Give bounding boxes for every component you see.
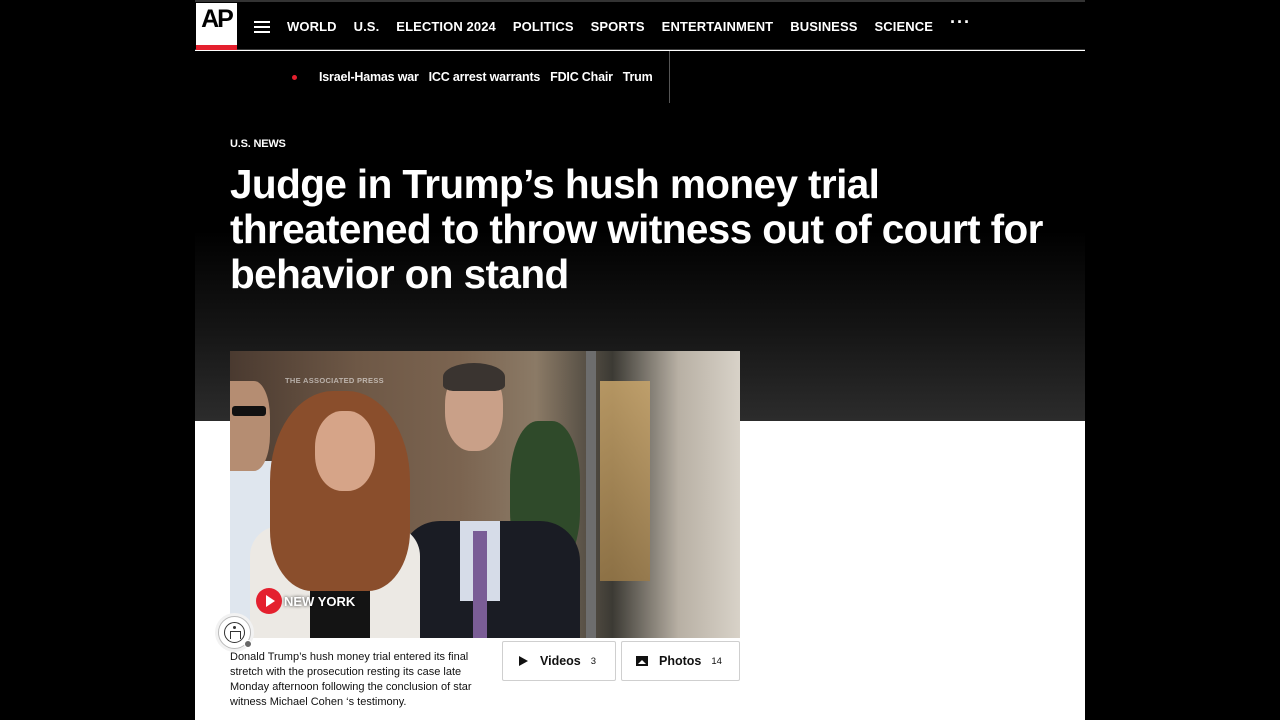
section-tag[interactable]: U.S. NEWS	[230, 138, 286, 150]
storefront	[600, 381, 650, 581]
logo-red-bar	[196, 45, 237, 50]
trending-dot-icon	[292, 74, 297, 80]
left-person-head	[230, 381, 270, 471]
media-caption: Donald Trump’s hush money trial entered …	[230, 651, 472, 708]
photos-button[interactable]: Photos 14	[621, 641, 740, 681]
sunglasses	[232, 406, 266, 416]
nav-election-2024[interactable]: ELECTION 2024	[396, 19, 496, 34]
nav-business[interactable]: BUSINESS	[790, 19, 857, 34]
photos-count: 14	[711, 655, 722, 667]
nav-entertainment[interactable]: ENTERTAINMENT	[662, 19, 774, 34]
nav-politics[interactable]: POLITICS	[513, 19, 574, 34]
image-icon	[636, 654, 650, 668]
man-hair	[443, 363, 505, 391]
lead-video[interactable]: THE ASSOCIATED PRESS NEW YORK	[230, 351, 740, 638]
main-nav: WORLD U.S. ELECTION 2024 POLITICS SPORTS…	[287, 2, 971, 50]
accessibility-icon[interactable]	[218, 616, 252, 649]
nav-us[interactable]: U.S.	[354, 19, 380, 34]
hamburger-menu-icon[interactable]	[254, 21, 270, 33]
videos-button[interactable]: Videos 3	[502, 641, 616, 681]
nav-world[interactable]: WORLD	[287, 19, 337, 34]
nav-science[interactable]: SCIENCE	[875, 19, 934, 34]
video-location: NEW YORK	[284, 594, 356, 609]
man-tie	[473, 531, 487, 638]
accessibility-badge	[244, 640, 252, 648]
trending-item[interactable]: Trum	[623, 70, 653, 84]
logo-text: AP	[201, 5, 234, 33]
play-icon	[517, 654, 531, 668]
trending-item[interactable]: Israel-Hamas war	[319, 70, 419, 84]
page: AP WORLD U.S. ELECTION 2024 POLITICS SPO…	[195, 0, 1085, 720]
photos-label: Photos	[659, 654, 702, 668]
play-icon[interactable]	[256, 588, 282, 614]
nav-sports[interactable]: SPORTS	[591, 19, 645, 34]
accessibility-figure	[224, 622, 245, 643]
article-headline: Judge in Trump’s hush money trial threat…	[230, 161, 1043, 297]
watermark: THE ASSOCIATED PRESS	[285, 376, 384, 385]
woman-face	[315, 411, 375, 491]
trending-item[interactable]: ICC arrest warrants	[429, 70, 541, 84]
top-navigation-bar: AP WORLD U.S. ELECTION 2024 POLITICS SPO…	[195, 0, 1085, 50]
trending-list: Israel-Hamas war ICC arrest warrants FDI…	[292, 51, 670, 103]
trending-bar: Israel-Hamas war ICC arrest warrants FDI…	[195, 51, 1085, 103]
more-dots-icon[interactable]: ···	[950, 12, 971, 33]
pole	[586, 351, 596, 638]
ap-logo[interactable]: AP	[196, 3, 237, 50]
trending-item[interactable]: FDIC Chair	[550, 70, 613, 84]
videos-count: 3	[590, 655, 597, 667]
videos-label: Videos	[540, 654, 581, 668]
